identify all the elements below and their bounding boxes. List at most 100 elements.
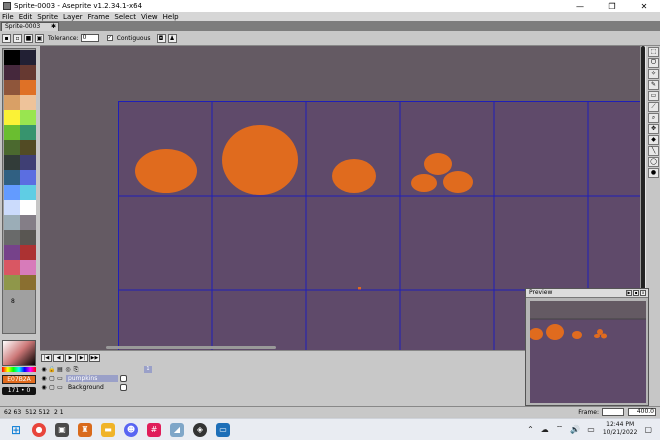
swatch[interactable] xyxy=(4,155,20,170)
tab-close-icon[interactable]: ✱ xyxy=(51,23,56,31)
volume-icon[interactable]: 🔊 xyxy=(570,425,580,434)
swatch[interactable] xyxy=(20,185,36,200)
next-frame-button[interactable]: ▶| xyxy=(77,354,88,362)
swatch[interactable] xyxy=(20,140,36,155)
onion-skin-icon[interactable]: ◎ xyxy=(64,366,72,373)
swatch[interactable] xyxy=(20,50,36,65)
aseprite-taskbar-icon[interactable]: ▣ xyxy=(55,422,69,437)
layer-row-pumpkins[interactable]: ◉ ▢ ▭ pumpkins xyxy=(40,374,526,382)
cloud-icon[interactable]: ☁ xyxy=(541,425,549,434)
zoom-input[interactable]: 400.0 xyxy=(628,408,656,416)
brush-shape-button[interactable]: ■ xyxy=(24,33,33,43)
line-tool-icon[interactable]: ╲ xyxy=(648,146,659,156)
unity-icon[interactable]: ◈ xyxy=(193,422,207,437)
lock-icon[interactable]: ▢ xyxy=(48,384,56,391)
swatch[interactable] xyxy=(20,95,36,110)
screen-tool-icon[interactable]: ▭ xyxy=(216,422,230,437)
hue-slider[interactable] xyxy=(2,367,36,372)
swatch[interactable] xyxy=(4,260,20,275)
swatch[interactable] xyxy=(20,170,36,185)
swatch[interactable] xyxy=(20,155,36,170)
swatch[interactable] xyxy=(20,65,36,80)
horizontal-scrollbar[interactable] xyxy=(106,346,276,349)
preview-pin-button[interactable]: ▪ xyxy=(633,290,639,296)
menu-sprite[interactable]: Sprite xyxy=(37,13,58,21)
first-frame-button[interactable]: |◀ xyxy=(41,354,52,362)
previous-frame-button[interactable]: ◀ xyxy=(53,354,64,362)
menu-view[interactable]: View xyxy=(141,13,158,21)
frame-input[interactable] xyxy=(602,408,624,416)
preview-play-button[interactable]: ▶ xyxy=(626,290,632,296)
swatch[interactable] xyxy=(20,230,36,245)
battery-icon[interactable]: ▭ xyxy=(587,425,595,434)
swatch[interactable] xyxy=(4,125,20,140)
app-taskbar-icon[interactable]: ♜ xyxy=(78,422,92,437)
rect-marquee-tool-icon[interactable]: ⬚ xyxy=(648,47,659,57)
menu-file[interactable]: File xyxy=(2,13,14,21)
fill-mode-button[interactable]: ▪ xyxy=(2,33,11,43)
preview-canvas[interactable] xyxy=(529,301,646,403)
swatch[interactable] xyxy=(20,275,36,290)
windows-start-icon[interactable]: ⊞ xyxy=(9,423,23,437)
cel-indicator[interactable] xyxy=(120,374,127,382)
swatch[interactable] xyxy=(20,245,36,260)
notes-app-icon[interactable]: ◢ xyxy=(170,422,184,437)
blur-tool-icon[interactable]: ● xyxy=(648,168,659,178)
eye-icon[interactable]: ◉ xyxy=(40,375,48,382)
tolerance-input[interactable]: 0 xyxy=(80,34,99,42)
menu-frame[interactable]: Frame xyxy=(88,13,110,21)
minimize-button[interactable]: — xyxy=(564,0,596,12)
layer-name[interactable]: pumpkins xyxy=(66,374,118,382)
menu-edit[interactable]: Edit xyxy=(19,13,33,21)
swatch[interactable] xyxy=(4,50,20,65)
lasso-tool-icon[interactable]: ᗜ xyxy=(648,58,659,68)
swatch[interactable] xyxy=(20,215,36,230)
swatch[interactable] xyxy=(4,230,20,245)
layer-name[interactable]: Background xyxy=(66,384,118,391)
lock-header-icon[interactable]: 🔒 xyxy=(48,366,56,373)
menu-select[interactable]: Select xyxy=(114,13,136,21)
lock-icon[interactable]: ▢ xyxy=(48,375,56,382)
swatch[interactable] xyxy=(20,260,36,275)
close-button[interactable]: ✕ xyxy=(628,0,660,12)
clock[interactable]: 12:44 PM 10/21/2022 xyxy=(603,421,638,437)
swatch[interactable] xyxy=(4,170,20,185)
last-frame-button[interactable]: ▶▶ xyxy=(89,354,100,362)
contiguous-checkbox[interactable]: ✓ xyxy=(106,35,113,41)
preview-close-button[interactable]: x xyxy=(640,290,646,296)
ellipse-tool-icon[interactable]: ◯ xyxy=(648,157,659,167)
swatch[interactable] xyxy=(4,245,20,260)
swatch[interactable] xyxy=(20,80,36,95)
frame-number-header[interactable]: 1 xyxy=(144,365,152,373)
maximize-button[interactable]: ❐ xyxy=(596,0,628,12)
tab-sprite-0003[interactable]: Sprite-0003 ✱ xyxy=(1,22,59,31)
stamp-icon[interactable]: ♟ xyxy=(167,33,177,43)
pixel-perfect-button[interactable]: ◘ xyxy=(156,33,166,43)
menu-help[interactable]: Help xyxy=(163,13,179,21)
chevron-up-icon[interactable]: ⌃ xyxy=(527,425,534,434)
slack-icon[interactable]: # xyxy=(147,422,161,437)
magic-wand-tool-icon[interactable]: ✧ xyxy=(648,69,659,79)
wifi-icon[interactable]: ⌔ xyxy=(556,424,564,434)
swatch[interactable] xyxy=(4,215,20,230)
color-spectrum-picker[interactable] xyxy=(2,340,36,366)
zoom-tool-icon[interactable]: ⌕ xyxy=(648,113,659,123)
chrome-icon[interactable]: ● xyxy=(32,422,46,437)
swatch[interactable] xyxy=(4,80,20,95)
visibility-header-icon[interactable]: ◉ xyxy=(40,366,48,373)
eraser-tool-icon[interactable]: ▭ xyxy=(648,91,659,101)
play-button[interactable]: ▶ xyxy=(65,354,76,362)
file-explorer-icon[interactable]: ▬ xyxy=(101,422,115,437)
cel-indicator[interactable] xyxy=(120,383,127,391)
paint-bucket-tool-icon[interactable]: ◆ xyxy=(648,135,659,145)
swatch[interactable] xyxy=(4,200,20,215)
link-cels-icon[interactable]: ⎘ xyxy=(72,366,80,373)
swatch[interactable] xyxy=(20,110,36,125)
discord-icon[interactable]: ☻ xyxy=(124,422,138,437)
layer-row-background[interactable]: ◉ ▢ ▭ Background xyxy=(40,383,526,391)
swatch[interactable] xyxy=(4,275,20,290)
swatch[interactable] xyxy=(4,140,20,155)
swatch[interactable] xyxy=(4,110,20,125)
swatch[interactable] xyxy=(20,125,36,140)
notification-icon[interactable]: ▢ xyxy=(644,425,652,434)
